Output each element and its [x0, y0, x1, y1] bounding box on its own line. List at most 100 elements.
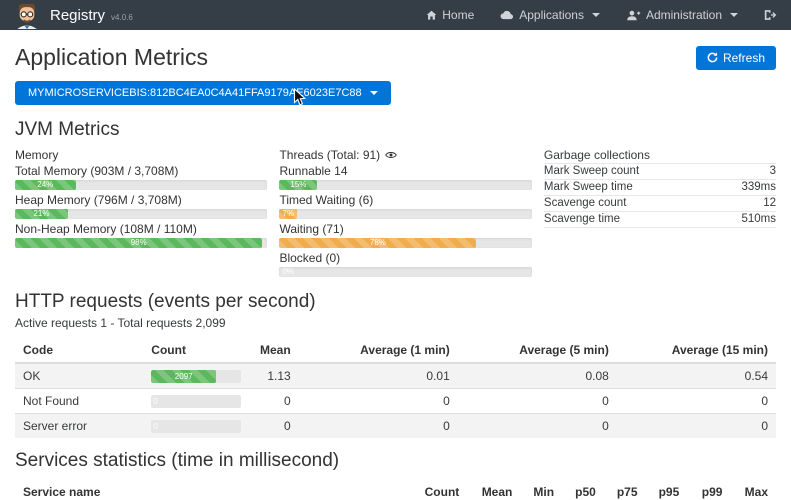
- avg15-cell: 0: [617, 414, 776, 439]
- code-cell: OK: [15, 363, 143, 389]
- col-avg1: Average (1 min): [299, 338, 458, 363]
- col-mean: Mean: [249, 338, 298, 363]
- waiting-percent: 78%: [370, 238, 386, 248]
- instance-selector-dropdown[interactable]: MYMICROSERVICEBIS:812BC4EA0C4A41FFA9179A…: [15, 81, 391, 105]
- heap-memory-progressbar: 21%: [15, 209, 267, 219]
- nonheap-memory-label: Non-Heap Memory (108M / 110M): [15, 223, 267, 235]
- http-table-header-row: Code Count Mean Average (1 min) Average …: [15, 338, 776, 363]
- nonheap-memory-progressbar: 98%: [15, 238, 267, 248]
- mean-cell: 1.13: [249, 363, 298, 389]
- timed-waiting-label: Timed Waiting (6): [279, 194, 531, 206]
- app-version: v4.0.6: [111, 13, 133, 22]
- count-progressbar: 0: [151, 395, 241, 408]
- heap-memory-label: Heap Memory (796M / 3,708M): [15, 194, 267, 206]
- avg1-cell: 0: [299, 414, 458, 439]
- http-requests-table: Code Count Mean Average (1 min) Average …: [15, 338, 776, 438]
- col-count: Count: [417, 480, 468, 500]
- waiting-label: Waiting (71): [279, 223, 531, 235]
- avg5-cell: 0: [458, 389, 617, 414]
- brand[interactable]: Registry v4.0.6: [14, 1, 133, 29]
- instance-selector-label: MYMICROSERVICEBIS:812BC4EA0C4A41FFA9179A…: [28, 87, 362, 99]
- avg1-cell: 0.01: [299, 363, 458, 389]
- top-navbar: Registry v4.0.6 Home Applications Admini…: [0, 0, 791, 30]
- nav-logout[interactable]: [764, 9, 777, 21]
- avg15-cell: 0.54: [617, 363, 776, 389]
- code-cell: Not Found: [15, 389, 143, 414]
- services-statistics-heading: Services statistics (time in millisecond…: [15, 450, 776, 472]
- count-value: 0: [153, 422, 157, 431]
- mean-cell: 0: [249, 414, 298, 439]
- nav-applications[interactable]: Applications: [500, 8, 600, 22]
- col-avg15: Average (15 min): [617, 338, 776, 363]
- chevron-down-icon: [730, 13, 738, 17]
- nav-home-label: Home: [442, 8, 474, 22]
- page-title: Application Metrics: [15, 44, 208, 71]
- total-memory-label: Total Memory (903M / 3,708M): [15, 165, 267, 177]
- chevron-down-icon: [592, 13, 600, 17]
- code-cell: Server error: [15, 414, 143, 439]
- blocked-progressbar: 0%: [279, 267, 531, 277]
- count-value: 0: [153, 397, 157, 406]
- refresh-icon: [707, 52, 718, 63]
- jhipster-avatar-icon: [14, 3, 40, 29]
- col-p95: p95: [646, 480, 688, 500]
- gc-label: Mark Sweep count: [544, 165, 639, 177]
- table-row-server-error: Server error 0 0 0 0 0: [15, 414, 776, 439]
- nav-applications-label: Applications: [519, 8, 584, 22]
- total-memory-percent: 24%: [37, 180, 53, 190]
- services-table-header-row: Service name Count Mean Min p50 p75 p95 …: [15, 480, 776, 500]
- http-requests-heading: HTTP requests (events per second): [15, 291, 776, 313]
- services-statistics-table: Service name Count Mean Min p50 p75 p95 …: [15, 480, 776, 500]
- gc-row-mark-sweep-time: Mark Sweep time 339ms: [544, 180, 776, 196]
- nav-menu: Home Applications Administration: [426, 8, 777, 22]
- app-title: Registry: [50, 7, 105, 24]
- avg1-cell: 0: [299, 389, 458, 414]
- col-p75: p75: [604, 480, 646, 500]
- col-service-name: Service name: [15, 480, 417, 500]
- runnable-progressbar: 15%: [279, 180, 531, 190]
- count-progressbar: 2097: [151, 370, 241, 383]
- blocked-percent: 0%: [282, 267, 294, 277]
- refresh-label: Refresh: [723, 51, 765, 65]
- gc-row-mark-sweep-count: Mark Sweep count 3: [544, 164, 776, 180]
- gc-value: 3: [770, 165, 776, 177]
- gc-label: Scavenge count: [544, 197, 626, 209]
- gc-title: Garbage collections: [544, 148, 776, 164]
- col-mean: Mean: [467, 480, 520, 500]
- refresh-button[interactable]: Refresh: [696, 46, 776, 70]
- gc-column: Garbage collections Mark Sweep count 3 M…: [544, 148, 776, 281]
- avg5-cell: 0: [458, 414, 617, 439]
- nav-home[interactable]: Home: [426, 8, 474, 22]
- memory-title: Memory: [15, 148, 267, 162]
- nonheap-memory-percent: 98%: [131, 238, 147, 248]
- threads-column: Threads (Total: 91) Runnable 14 15% Time…: [279, 148, 531, 281]
- nav-administration[interactable]: Administration: [626, 8, 738, 22]
- eye-icon[interactable]: [385, 151, 397, 159]
- cloud-icon: [500, 10, 514, 20]
- gc-value: 12: [763, 197, 776, 209]
- table-row-ok: OK 2097 1.13 0.01 0.08 0.54: [15, 363, 776, 389]
- total-memory-progressbar: 24%: [15, 180, 267, 190]
- waiting-progressbar: 78%: [279, 238, 531, 248]
- col-min: Min: [520, 480, 562, 500]
- user-plus-icon: [626, 10, 641, 21]
- runnable-label: Runnable 14: [279, 165, 531, 177]
- table-row-not-found: Not Found 0 0 0 0 0: [15, 389, 776, 414]
- col-p50: p50: [562, 480, 604, 500]
- timed-waiting-progressbar: 7%: [279, 209, 531, 219]
- mean-cell: 0: [249, 389, 298, 414]
- timed-waiting-percent: 7%: [283, 209, 295, 219]
- col-p99: p99: [687, 480, 730, 500]
- gc-value: 339ms: [741, 181, 776, 193]
- nav-administration-label: Administration: [646, 8, 722, 22]
- gc-row-scavenge-time: Scavenge time 510ms: [544, 212, 776, 228]
- jvm-metrics-heading: JVM Metrics: [15, 119, 776, 141]
- gc-label: Scavenge time: [544, 213, 620, 225]
- threads-title: Threads (Total: 91): [279, 148, 380, 162]
- avg15-cell: 0: [617, 389, 776, 414]
- col-code: Code: [15, 338, 143, 363]
- count-value: 2097: [175, 372, 193, 381]
- chevron-down-icon: [370, 91, 378, 95]
- sign-out-icon: [764, 9, 777, 21]
- col-max: Max: [730, 480, 776, 500]
